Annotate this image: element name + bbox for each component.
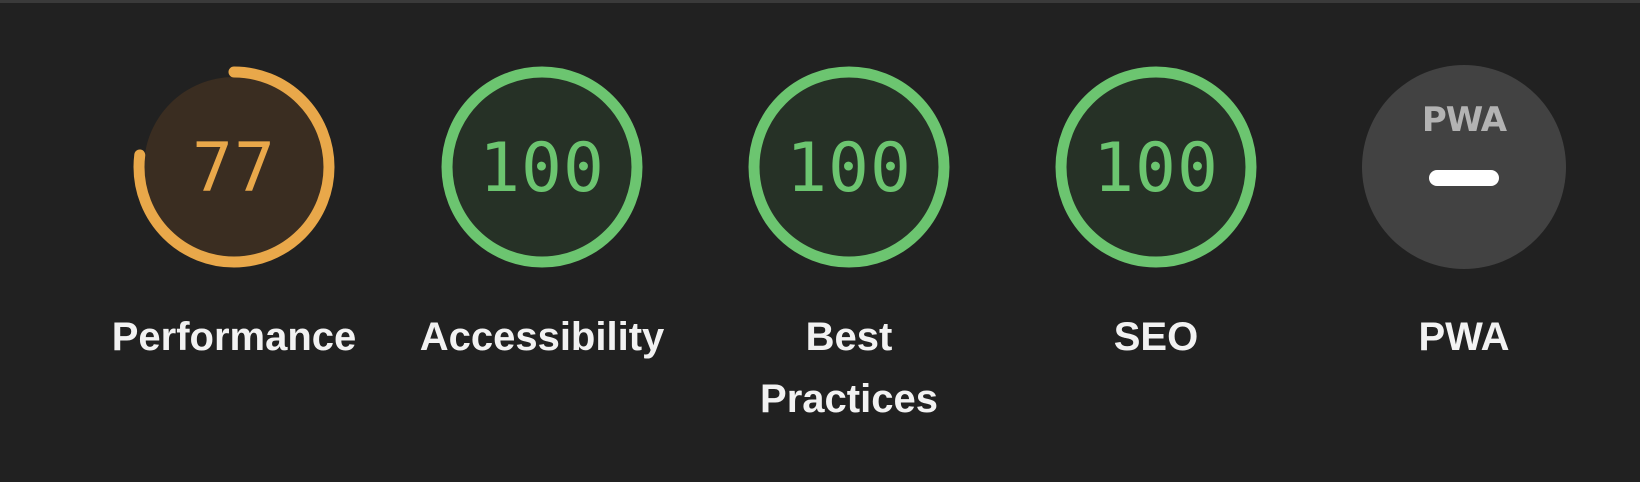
gauge-label: SEO [1113,315,1199,359]
pwa-badge: PWA [1361,64,1567,270]
pwa-badge-svg [1362,65,1566,269]
gauge-label: Accessibility [419,315,665,359]
gauge-performance[interactable]: 77 Performance [99,64,369,368]
gauge-pwa[interactable]: PWA PWA [1329,64,1599,368]
dash-icon [1429,170,1499,186]
pwa-badge-fill [1362,65,1566,269]
gauge-best-practices[interactable]: 100 Best Practices [714,64,984,430]
score-gauges: 77 Performance 100 Accessibility 100 Bes… [0,0,1640,482]
score-ring: 77 [131,64,337,270]
score-value: 77 [192,128,276,208]
gauge-label: Performance [111,315,357,359]
score-ring: 100 [1053,64,1259,270]
score-ring: 100 [439,64,645,270]
score-value: 100 [786,128,912,208]
gauge-accessibility[interactable]: 100 Accessibility [407,64,677,368]
score-ring: 100 [746,64,952,270]
pwa-logo-icon: PWA [1421,100,1507,140]
gauge-seo[interactable]: 100 SEO [1021,64,1291,368]
gauge-label: Best Practices [760,315,938,421]
score-value: 100 [1093,128,1219,208]
score-value: 100 [479,128,605,208]
gauge-label: PWA [1418,315,1510,359]
